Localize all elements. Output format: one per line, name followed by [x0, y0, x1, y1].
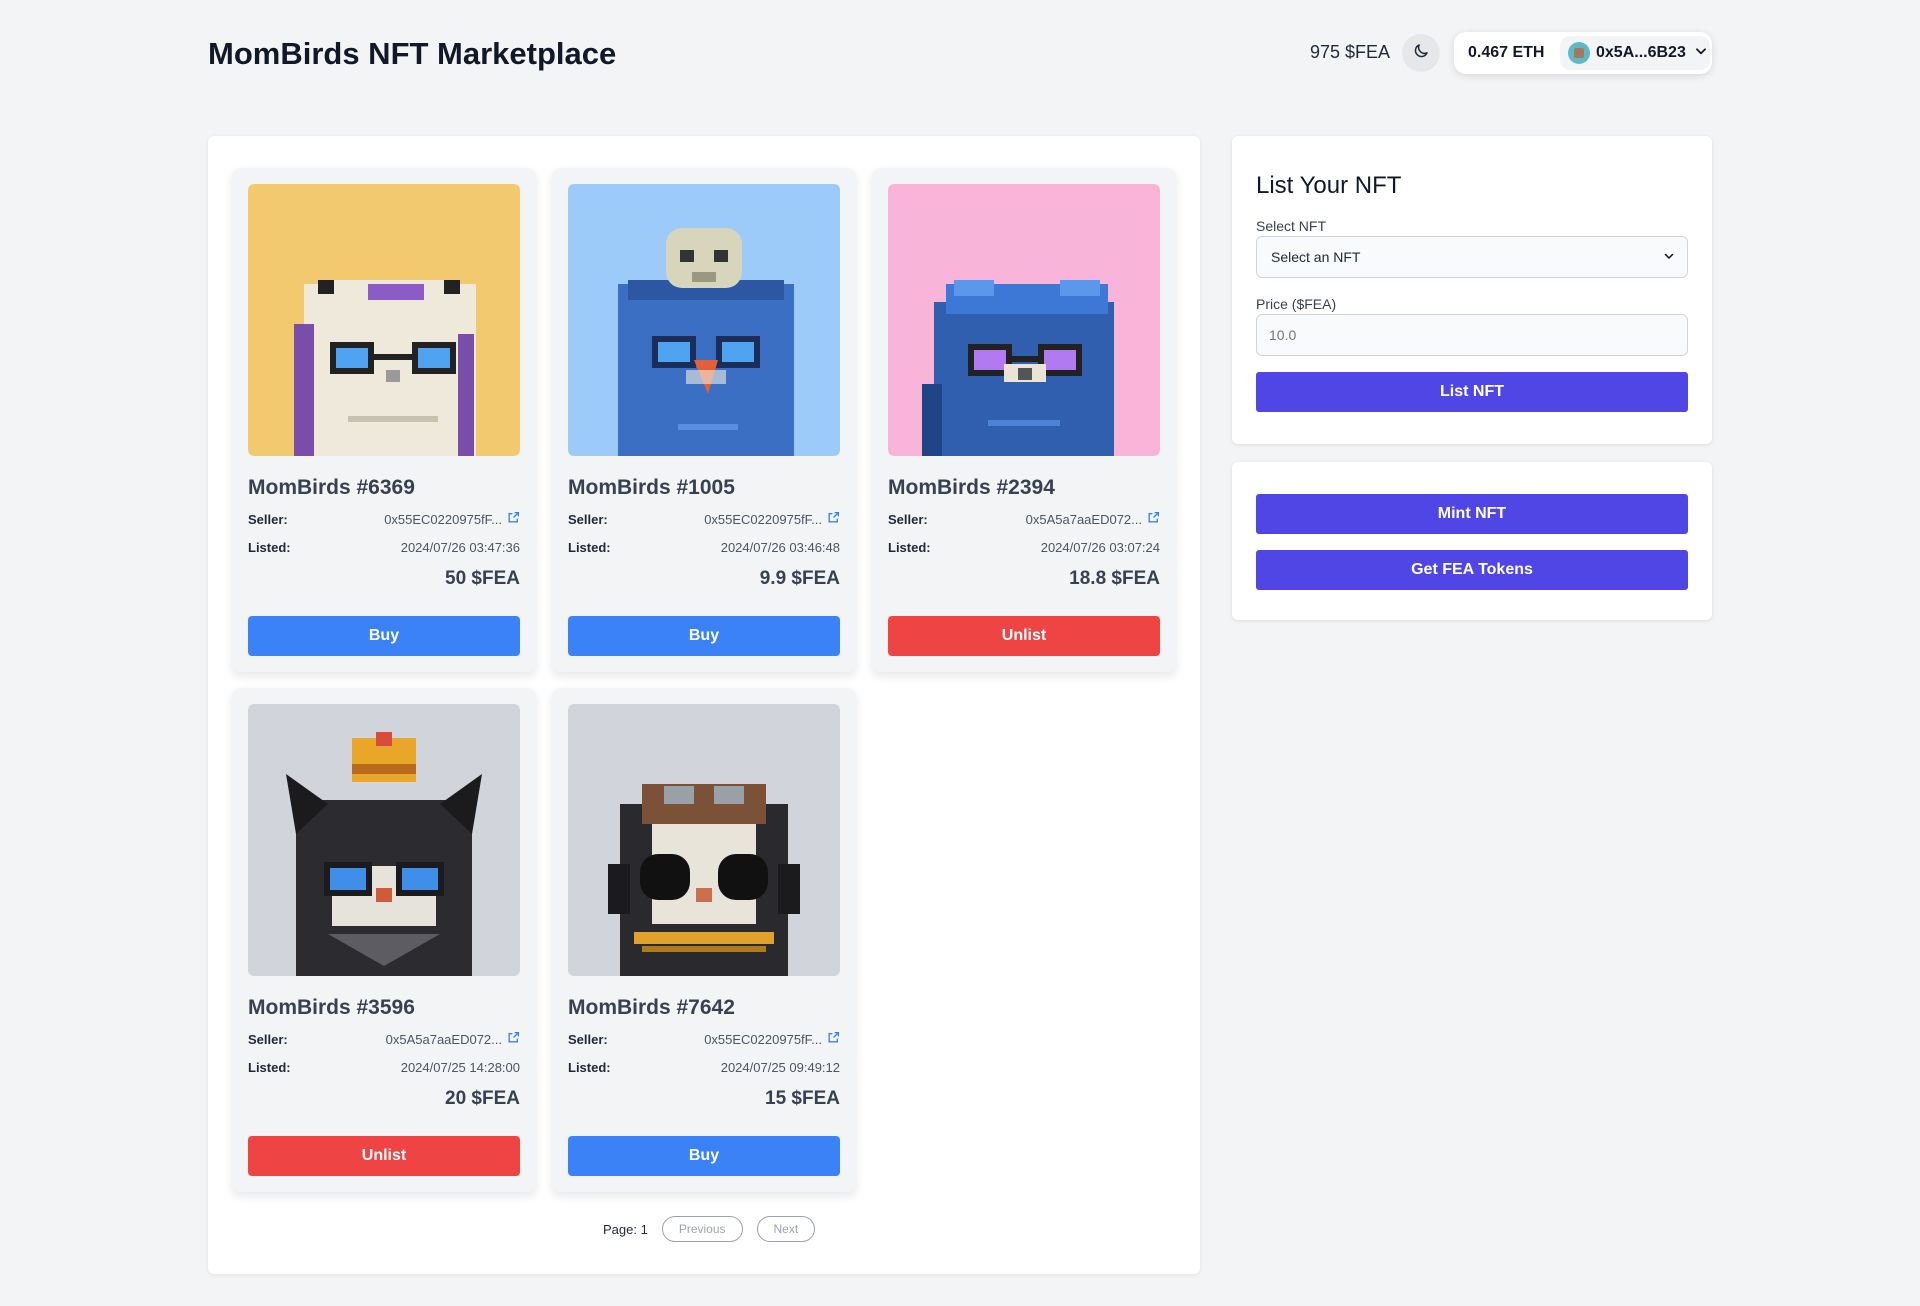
- nft-card: MomBirds #2394 Seller: 0x5A5a7aaED072...…: [872, 168, 1176, 672]
- listings-panel: MomBirds #6369 Seller: 0x55EC0220975fF..…: [208, 136, 1200, 1274]
- wallet-widget[interactable]: 0.467 ETH 0x5A...6B23: [1454, 32, 1712, 74]
- listed-label: Listed:: [248, 539, 291, 555]
- nft-card: MomBirds #3596 Seller: 0x5A5a7aaED072...…: [232, 688, 536, 1192]
- seller-row: Seller: 0x55EC0220975fF...: [568, 1030, 840, 1048]
- list-nft-panel: List Your NFT Select NFT Select an NFT P…: [1232, 136, 1712, 444]
- seller-label: Seller:: [248, 511, 288, 527]
- eth-balance: 0.467 ETH: [1468, 44, 1545, 61]
- listed-date: 2024/07/26 03:07:24: [1040, 539, 1160, 555]
- fea-balance: 975 $FEA: [1310, 42, 1391, 62]
- nft-card: MomBirds #6369 Seller: 0x55EC0220975fF..…: [232, 168, 536, 672]
- nft-image[interactable]: [248, 704, 520, 976]
- page-indicator: Page: 1: [603, 1221, 648, 1237]
- nft-card: MomBirds #7642 Seller: 0x55EC0220975fF..…: [552, 688, 856, 1192]
- actions-panel: Mint NFT Get FEA Tokens: [1232, 462, 1712, 620]
- nft-price: 20 $FEA: [445, 1088, 520, 1109]
- nft-card: MomBirds #1005 Seller: 0x55EC0220975fF..…: [552, 168, 856, 672]
- select-nft-value: Select an NFT: [1271, 249, 1361, 265]
- select-nft-dropdown[interactable]: Select an NFT: [1256, 236, 1688, 278]
- account-button[interactable]: 0x5A...6B23: [1560, 36, 1710, 70]
- buy-button[interactable]: Buy: [248, 616, 520, 656]
- listed-date: 2024/07/25 14:28:00: [400, 1059, 520, 1075]
- listed-date: 2024/07/25 09:49:12: [720, 1059, 840, 1075]
- listed-date: 2024/07/26 03:47:36: [400, 539, 520, 555]
- unlist-button[interactable]: Unlist: [248, 1136, 520, 1176]
- get-fea-tokens-button[interactable]: Get FEA Tokens: [1256, 550, 1688, 590]
- nft-price: 50 $FEA: [445, 568, 520, 589]
- pagination: Page: 1 Previous Next: [603, 1216, 816, 1242]
- nft-image[interactable]: [248, 184, 520, 456]
- price-label: Price ($FEA): [1256, 296, 1337, 312]
- external-link-icon[interactable]: [827, 1031, 840, 1047]
- seller-value[interactable]: 0x55EC0220975fF...: [704, 1031, 840, 1047]
- seller-row: Seller: 0x55EC0220975fF...: [568, 510, 840, 528]
- next-page-button[interactable]: Next: [756, 1216, 816, 1242]
- unlist-button[interactable]: Unlist: [888, 616, 1160, 656]
- external-link-icon[interactable]: [827, 511, 840, 527]
- select-nft-label: Select NFT: [1256, 218, 1327, 234]
- nft-price: 15 $FEA: [765, 1088, 840, 1109]
- seller-value[interactable]: 0x55EC0220975fF...: [384, 511, 520, 527]
- moon-icon: [1412, 42, 1430, 65]
- seller-value[interactable]: 0x55EC0220975fF...: [704, 511, 840, 527]
- seller-address[interactable]: 0x55EC0220975fF...: [704, 512, 822, 527]
- nft-name: MomBirds #6369: [248, 476, 415, 499]
- theme-toggle-button[interactable]: [1402, 34, 1440, 72]
- seller-label: Seller:: [248, 1031, 288, 1047]
- seller-address[interactable]: 0x55EC0220975fF...: [384, 512, 502, 527]
- seller-row: Seller: 0x5A5a7aaED072...: [248, 1030, 520, 1048]
- list-nft-title: List Your NFT: [1256, 172, 1402, 199]
- seller-label: Seller:: [568, 1031, 608, 1047]
- nft-price: 9.9 $FEA: [759, 568, 840, 589]
- nft-image[interactable]: [568, 704, 840, 976]
- seller-address[interactable]: 0x5A5a7aaED072...: [1026, 512, 1142, 527]
- listed-row: Listed: 2024/07/25 14:28:00: [248, 1058, 520, 1076]
- previous-page-button[interactable]: Previous: [661, 1216, 743, 1242]
- nft-name: MomBirds #1005: [568, 476, 735, 499]
- nft-image[interactable]: [888, 184, 1160, 456]
- nft-name: MomBirds #2394: [888, 476, 1055, 499]
- external-link-icon[interactable]: [1147, 511, 1160, 527]
- listed-row: Listed: 2024/07/26 03:46:48: [568, 538, 840, 556]
- listed-row: Listed: 2024/07/26 03:47:36: [248, 538, 520, 556]
- seller-value[interactable]: 0x5A5a7aaED072...: [1026, 511, 1160, 527]
- app-header: MomBirds NFT Marketplace 975 $FEA 0.467 …: [0, 0, 1920, 110]
- seller-value[interactable]: 0x5A5a7aaED072...: [386, 1031, 520, 1047]
- listed-label: Listed:: [568, 1059, 611, 1075]
- listed-row: Listed: 2024/07/25 09:49:12: [568, 1058, 840, 1076]
- listed-row: Listed: 2024/07/26 03:07:24: [888, 538, 1160, 556]
- listed-label: Listed:: [888, 539, 931, 555]
- nft-name: MomBirds #3596: [248, 996, 415, 1019]
- nft-name: MomBirds #7642: [568, 996, 735, 1019]
- account-address: 0x5A...6B23: [1596, 44, 1686, 61]
- list-nft-button[interactable]: List NFT: [1256, 372, 1688, 412]
- seller-row: Seller: 0x55EC0220975fF...: [248, 510, 520, 528]
- seller-row: Seller: 0x5A5a7aaED072...: [888, 510, 1160, 528]
- seller-address[interactable]: 0x55EC0220975fF...: [704, 1032, 822, 1047]
- external-link-icon[interactable]: [507, 511, 520, 527]
- listed-date: 2024/07/26 03:46:48: [720, 539, 840, 555]
- nft-image[interactable]: [568, 184, 840, 456]
- seller-label: Seller:: [568, 511, 608, 527]
- buy-button[interactable]: Buy: [568, 616, 840, 656]
- chevron-down-icon: [1694, 44, 1708, 63]
- chevron-down-icon: [1663, 249, 1675, 265]
- listed-label: Listed:: [568, 539, 611, 555]
- external-link-icon[interactable]: [507, 1031, 520, 1047]
- nft-price: 18.8 $FEA: [1069, 568, 1160, 589]
- price-input[interactable]: [1256, 314, 1688, 356]
- buy-button[interactable]: Buy: [568, 1136, 840, 1176]
- mint-nft-button[interactable]: Mint NFT: [1256, 494, 1688, 534]
- seller-label: Seller:: [888, 511, 928, 527]
- listed-label: Listed:: [248, 1059, 291, 1075]
- page-title: MomBirds NFT Marketplace: [208, 36, 617, 71]
- account-avatar: [1568, 42, 1590, 64]
- seller-address[interactable]: 0x5A5a7aaED072...: [386, 1032, 502, 1047]
